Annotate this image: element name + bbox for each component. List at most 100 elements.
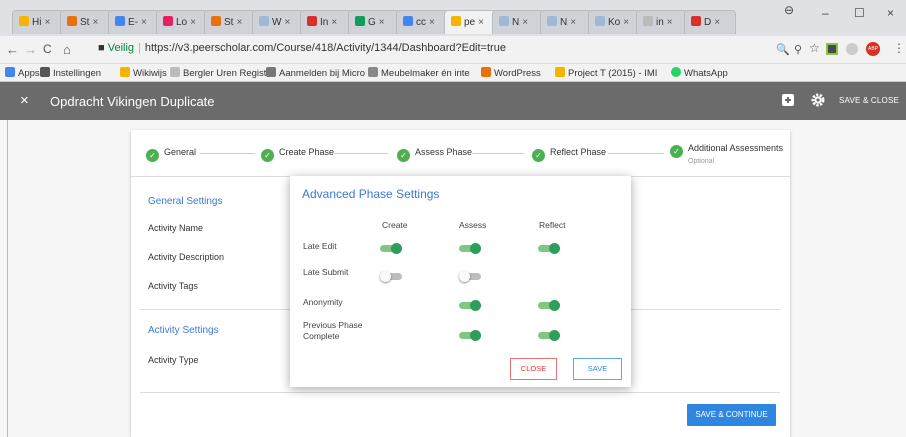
bookmark-item[interactable]: WordPress	[481, 67, 541, 79]
tab-label: St	[80, 17, 90, 28]
check-icon: ✓	[146, 149, 159, 162]
tab-close-icon[interactable]: ×	[379, 17, 385, 28]
toggle-late-edit-assess[interactable]	[459, 243, 481, 254]
bookmark-item[interactable]: WhatsApp	[671, 67, 728, 79]
bookmark-label: Meubelmaker én inte	[381, 68, 470, 79]
activity-tags-label: Activity Tags	[148, 281, 198, 291]
bookmark-item[interactable]: Instellingen	[40, 67, 101, 79]
save-button[interactable]: SAVE	[573, 358, 622, 380]
tab-close-icon[interactable]: ×	[429, 17, 435, 28]
extension-icon[interactable]	[846, 43, 858, 55]
browser-tab[interactable]: D ×	[684, 10, 736, 34]
profile-icon[interactable]: ⊖	[784, 3, 794, 17]
zoom-icon[interactable]: 🔍	[776, 43, 790, 56]
browser-tab[interactable]: W ×	[252, 10, 304, 34]
browser-tab[interactable]: N ×	[492, 10, 544, 34]
tab-close-icon[interactable]: ×	[667, 17, 673, 28]
close-icon[interactable]: ×	[20, 92, 29, 109]
browser-tab[interactable]: N ×	[540, 10, 592, 34]
back-arrow-icon[interactable]: ←	[6, 42, 19, 57]
browser-tab[interactable]: Hi ×	[12, 10, 64, 34]
tab-favicon-icon	[547, 16, 557, 26]
expand-icon[interactable]	[781, 93, 795, 107]
tab-label: N	[512, 17, 520, 28]
tab-close-icon[interactable]: ×	[714, 17, 720, 28]
url-text: https://v3.peerscholar.com/Course/418/Ac…	[144, 42, 506, 54]
tab-close-icon[interactable]: ×	[522, 17, 528, 28]
browser-tab[interactable]: pe ×	[444, 10, 496, 34]
forward-arrow-icon[interactable]: →	[24, 42, 37, 57]
tab-close-icon[interactable]: ×	[190, 17, 196, 28]
tab-close-icon[interactable]: ×	[478, 17, 484, 28]
toggle-late-edit-create[interactable]	[380, 243, 402, 254]
row-label-previous-phase-complete: Previous Phase Complete	[303, 320, 363, 341]
tab-close-icon[interactable]: ×	[284, 17, 290, 28]
save-close-button[interactable]: SAVE & CLOSE	[839, 96, 899, 105]
tab-label: N	[560, 17, 568, 28]
browser-tab[interactable]: Lo ×	[156, 10, 208, 34]
toggle-previous-phase-complete-assess[interactable]	[459, 330, 481, 341]
browser-tab[interactable]: G ×	[348, 10, 400, 34]
tab-favicon-icon	[499, 16, 509, 26]
minimize-button[interactable]: –	[822, 6, 829, 20]
bookmark-label: Project T (2015) - IMI	[568, 68, 658, 79]
tab-favicon-icon	[115, 16, 125, 26]
tab-label: St	[224, 17, 234, 28]
tab-label: in	[656, 17, 664, 28]
bookmark-item[interactable]: Project T (2015) - IMI	[555, 67, 657, 79]
bookmark-label: WhatsApp	[684, 68, 728, 79]
bookmark-item[interactable]: Wikiwijs	[120, 67, 167, 79]
tab-favicon-icon	[67, 16, 77, 26]
home-icon[interactable]: ⌂	[63, 42, 71, 57]
toggle-late-edit-reflect[interactable]	[538, 243, 560, 254]
tab-label: In	[320, 17, 329, 28]
step-reflect-phase[interactable]: ✓ Reflect Phase	[532, 147, 606, 162]
toggle-late-submit-create[interactable]	[380, 271, 402, 282]
star-icon[interactable]: ☆	[809, 41, 820, 55]
browser-tab[interactable]: Ko ×	[588, 10, 640, 34]
save-continue-button[interactable]: SAVE & CONTINUE	[687, 404, 776, 426]
activity-name-label: Activity Name	[148, 223, 204, 233]
step-create-phase[interactable]: ✓ Create Phase	[261, 147, 334, 162]
browser-tab[interactable]: in ×	[636, 10, 688, 34]
pin-icon[interactable]: ⚲	[794, 43, 802, 56]
bookmark-item[interactable]: Bergler Uren Registra	[170, 67, 275, 79]
tab-close-icon[interactable]: ×	[92, 17, 98, 28]
step-connector	[200, 153, 255, 154]
bookmark-label: Wikiwijs	[133, 68, 167, 79]
tab-close-icon[interactable]: ×	[331, 17, 337, 28]
tab-close-icon[interactable]: ×	[44, 17, 50, 28]
browser-tab[interactable]: St ×	[60, 10, 112, 34]
column-header-reflect: Reflect	[539, 220, 566, 230]
menu-icon[interactable]: ⋮	[893, 41, 905, 55]
gear-icon[interactable]	[811, 93, 825, 107]
browser-tab[interactable]: cc ×	[396, 10, 448, 34]
browser-tab[interactable]: E- ×	[108, 10, 160, 34]
step-label: Assess Phase	[415, 147, 473, 157]
bookmark-icon	[671, 67, 681, 77]
bookmark-item[interactable]: Apps	[5, 67, 40, 79]
browser-tab[interactable]: In ×	[300, 10, 352, 34]
step-label: Reflect Phase	[550, 147, 607, 157]
step-assess-phase[interactable]: ✓ Assess Phase	[397, 147, 472, 162]
tab-close-icon[interactable]: ×	[623, 17, 629, 28]
url-field[interactable]: ■ Veilig | https://v3.peerscholar.com/Cour…	[98, 42, 506, 54]
bookmark-item[interactable]: Aanmelden bij Micro	[266, 67, 365, 79]
reload-icon[interactable]: C	[43, 42, 52, 56]
close-button[interactable]: CLOSE	[510, 358, 557, 380]
adblock-icon[interactable]: ABP	[866, 42, 880, 56]
step-additional-assessments[interactable]: ✓ Additional Assessments	[670, 143, 783, 158]
tab-close-icon[interactable]: ×	[236, 17, 242, 28]
toggle-previous-phase-complete-reflect[interactable]	[538, 330, 560, 341]
browser-tab[interactable]: St ×	[204, 10, 256, 34]
step-general[interactable]: ✓ General	[146, 147, 196, 162]
window-close-button[interactable]: ×	[887, 6, 894, 20]
toggle-late-submit-assess[interactable]	[459, 271, 481, 282]
bookmark-item[interactable]: Meubelmaker én inte	[368, 67, 470, 79]
toggle-anonymity-assess[interactable]	[459, 300, 481, 311]
tab-close-icon[interactable]: ×	[141, 17, 147, 28]
tab-close-icon[interactable]: ×	[570, 17, 576, 28]
toggle-anonymity-reflect[interactable]	[538, 300, 560, 311]
extension-icon[interactable]	[826, 43, 838, 55]
maximize-button[interactable]: ☐	[854, 6, 865, 20]
